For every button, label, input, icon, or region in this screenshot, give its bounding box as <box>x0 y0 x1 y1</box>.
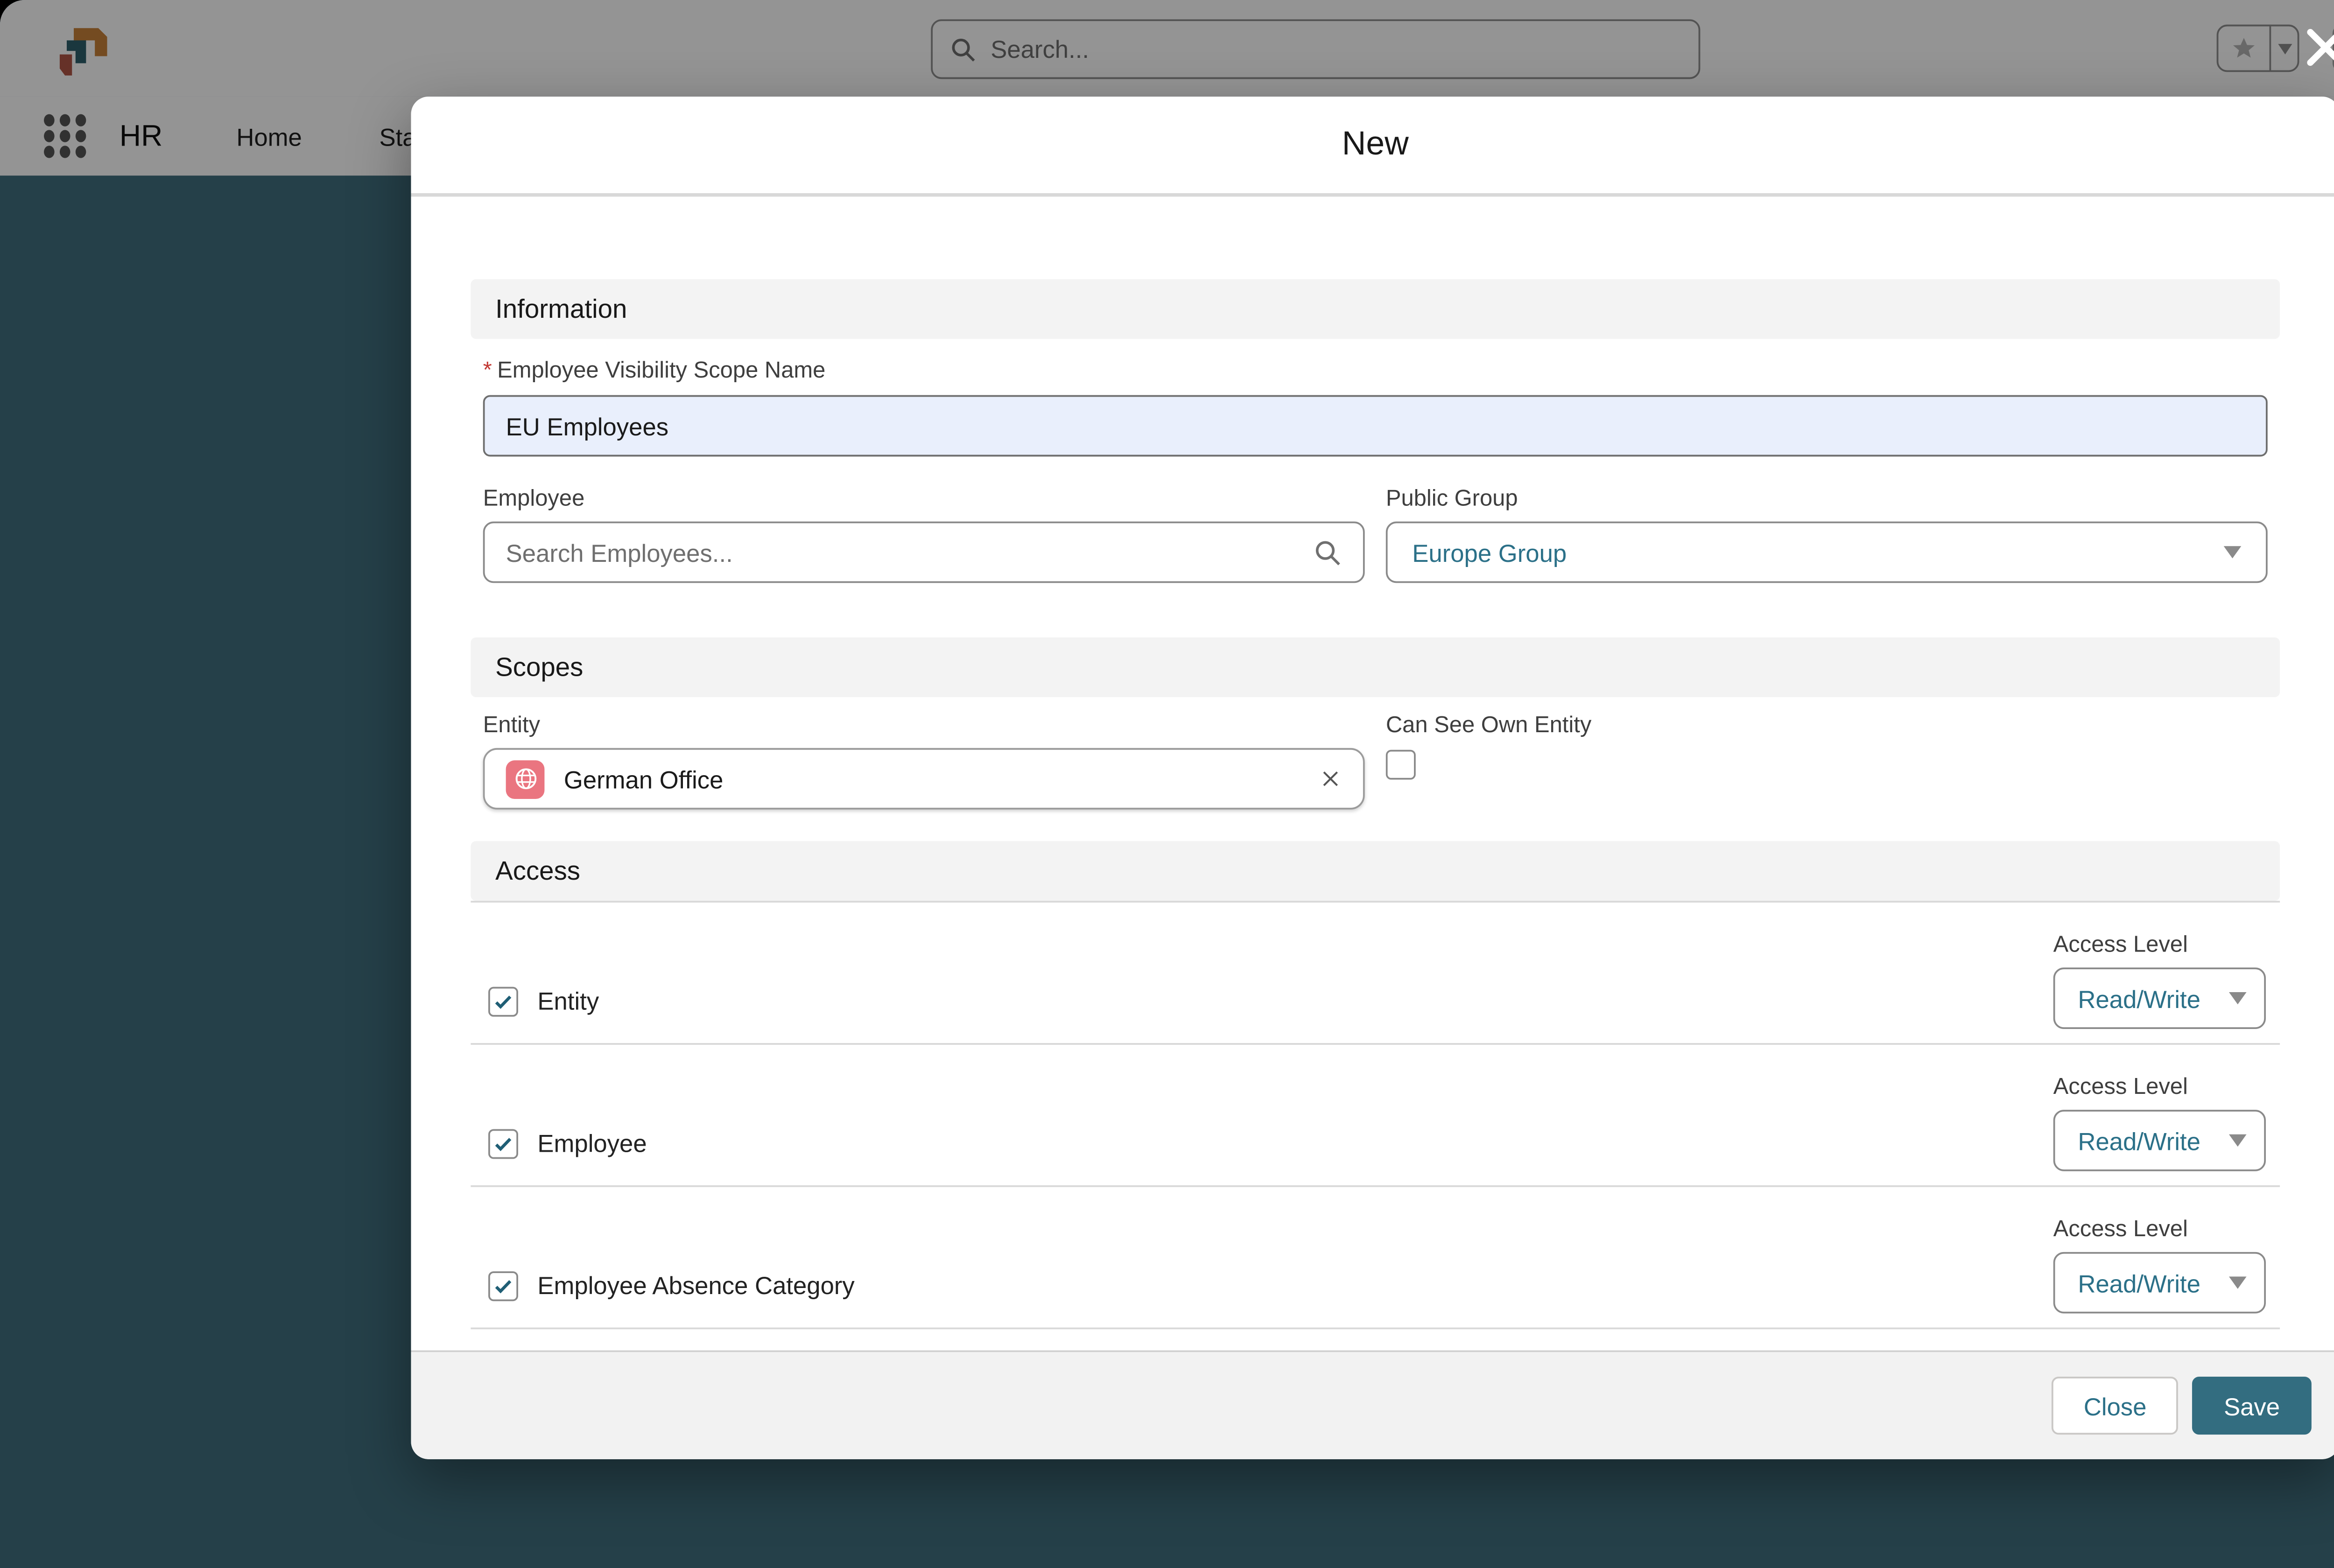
access-row-checkbox[interactable] <box>488 986 518 1016</box>
access-level-select[interactable]: Read/Write <box>2053 1252 2266 1314</box>
can-see-own-entity-field: Can See Own Entity <box>1386 711 2268 810</box>
entity-label: Entity <box>483 711 1365 737</box>
public-group-field: Public Group Europe Group <box>1386 485 2268 583</box>
access-row-checkbox[interactable] <box>488 1270 518 1300</box>
entity-globe-icon <box>506 759 545 798</box>
close-button[interactable]: Close <box>2052 1377 2178 1435</box>
select-dropdown-icon <box>2229 992 2247 1004</box>
divider <box>471 1328 2280 1330</box>
required-asterisk: * <box>483 357 492 383</box>
public-group-value: Europe Group <box>1412 538 2223 566</box>
access-level-value: Read/Write <box>2078 1127 2229 1155</box>
access-row-label: Employee <box>537 1129 647 1157</box>
can-see-own-entity-checkbox[interactable] <box>1386 750 1416 780</box>
access-level-label: Access Level <box>2053 1215 2266 1241</box>
select-dropdown-icon <box>2224 546 2242 558</box>
employee-label: Employee <box>483 485 1365 511</box>
scope-name-value: EU Employees <box>506 412 668 440</box>
scope-name-label: Employee Visibility Scope Name <box>497 357 825 383</box>
can-see-own-entity-label: Can See Own Entity <box>1386 711 2268 737</box>
section-scopes: Scopes <box>471 637 2280 697</box>
scope-name-input[interactable]: EU Employees <box>483 395 2268 457</box>
access-row: Employee Absence Category Access Level R… <box>471 1187 2280 1328</box>
section-information: Information <box>471 279 2280 339</box>
entity-value: German Office <box>564 765 1300 793</box>
access-row-label: Employee Absence Category <box>537 1271 854 1299</box>
modal-body: Information *Employee Visibility Scope N… <box>411 196 2334 1347</box>
access-row-label: Entity <box>537 987 599 1015</box>
scope-name-label-row: *Employee Visibility Scope Name <box>483 355 2268 386</box>
close-icon[interactable] <box>2303 25 2334 70</box>
select-dropdown-icon <box>2229 1134 2247 1147</box>
entity-pill[interactable]: German Office <box>483 748 1365 810</box>
employee-lookup-input[interactable]: Search Employees... <box>483 522 1365 583</box>
public-group-select[interactable]: Europe Group <box>1386 522 2268 583</box>
access-row: Entity Access Level Read/Write <box>471 903 2280 1043</box>
save-button[interactable]: Save <box>2192 1377 2312 1435</box>
search-icon <box>1314 538 1342 566</box>
access-level-select[interactable]: Read/Write <box>2053 967 2266 1029</box>
access-row-checkbox[interactable] <box>488 1128 518 1158</box>
employee-placeholder: Search Employees... <box>506 538 1314 566</box>
new-record-modal: New Information *Employee Visibility Sco… <box>411 97 2334 1459</box>
section-access: Access <box>471 841 2280 901</box>
remove-entity-icon[interactable] <box>1319 767 1342 790</box>
access-row: Employee Access Level Read/Write <box>471 1045 2280 1185</box>
public-group-label: Public Group <box>1386 485 2268 511</box>
access-level-label: Access Level <box>2053 931 2266 957</box>
modal-footer: Close Save <box>411 1351 2334 1459</box>
select-dropdown-icon <box>2229 1277 2247 1289</box>
modal-header: New <box>411 97 2334 196</box>
access-level-value: Read/Write <box>2078 1269 2229 1297</box>
access-level-label: Access Level <box>2053 1073 2266 1099</box>
access-level-value: Read/Write <box>2078 984 2229 1012</box>
stage: Search... ? <box>0 0 2334 1568</box>
employee-field: Employee Search Employees... <box>483 485 1365 583</box>
modal-title: New <box>1342 126 1409 164</box>
access-rows: Entity Access Level Read/Write Employee … <box>471 903 2280 1329</box>
access-level-select[interactable]: Read/Write <box>2053 1110 2266 1171</box>
entity-field: Entity German Office <box>483 711 1365 810</box>
